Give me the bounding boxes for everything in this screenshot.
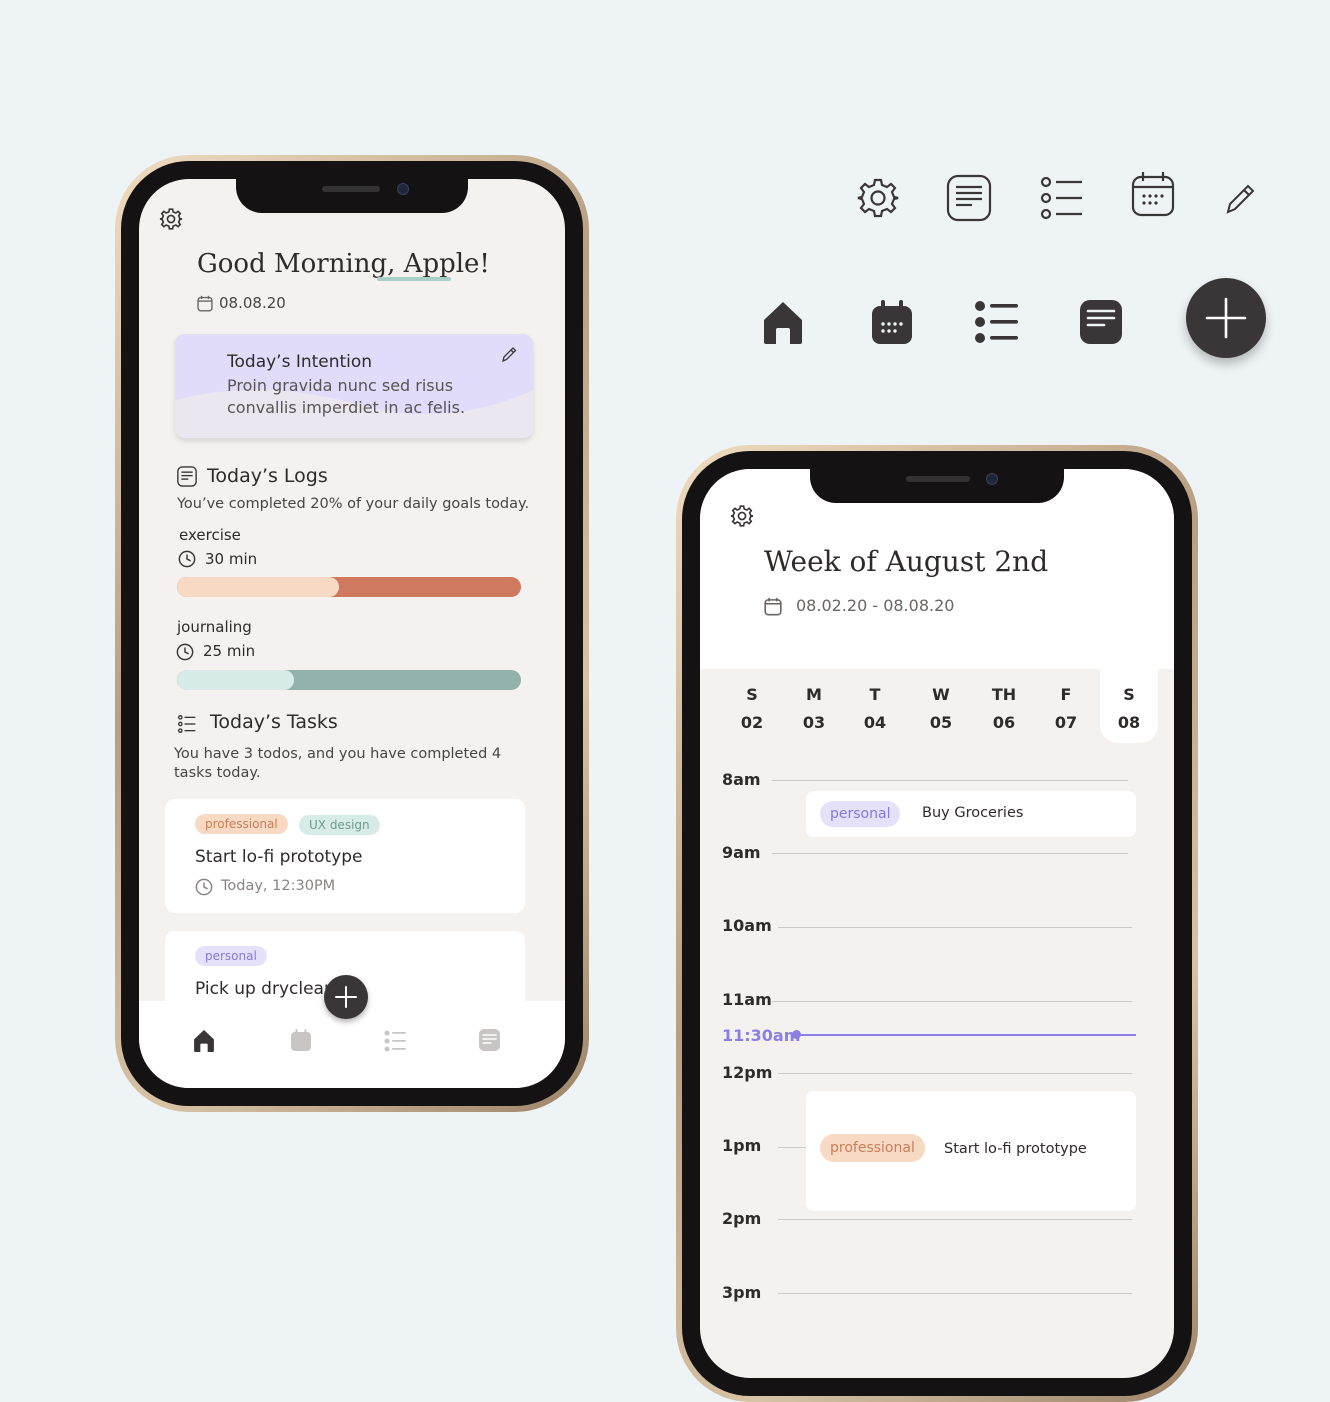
hour-label: 9am bbox=[722, 843, 761, 862]
event-title: Buy Groceries bbox=[922, 805, 1024, 821]
day-column[interactable]: TH 06 bbox=[979, 681, 1029, 737]
settings-gear-icon[interactable] bbox=[730, 504, 754, 528]
logs-notes-icon bbox=[177, 466, 197, 487]
intention-card[interactable]: Today’s Intention Proin gravida nunc sed… bbox=[175, 334, 533, 438]
calendar-icon bbox=[870, 298, 914, 346]
exercise-progress-bar bbox=[177, 577, 521, 597]
add-task-button[interactable] bbox=[324, 975, 368, 1019]
log-name: exercise bbox=[179, 526, 241, 544]
plus-icon bbox=[1186, 278, 1266, 358]
hour-label: 12pm bbox=[722, 1063, 773, 1082]
calendar-icon bbox=[764, 597, 782, 616]
week-title: Week of August 2nd bbox=[764, 545, 1049, 578]
tag-professional: professional bbox=[195, 814, 288, 834]
clock-icon bbox=[178, 550, 196, 568]
hour-line bbox=[778, 1219, 1132, 1220]
day-column[interactable]: T 04 bbox=[850, 681, 900, 737]
intention-text: Proin gravida nunc sed risus convallis i… bbox=[227, 376, 466, 417]
week-screen: Week of August 2nd 08.02.20 - 08.08.20 S… bbox=[700, 469, 1174, 1378]
notes-icon bbox=[946, 174, 992, 222]
logs-title: Today’s Logs bbox=[207, 465, 328, 487]
notes-icon bbox=[1078, 298, 1124, 346]
settings-gear-icon[interactable] bbox=[159, 207, 183, 231]
nav-notes-icon[interactable] bbox=[478, 1028, 501, 1052]
home-icon bbox=[762, 300, 804, 346]
pencil-icon bbox=[1224, 182, 1256, 216]
task-card[interactable]: professional UX design Start lo-fi proto… bbox=[165, 799, 525, 913]
calendar-icon bbox=[197, 295, 213, 312]
exercise-progress-fill bbox=[177, 577, 339, 597]
day-strip: S 02 M 03 T 04 W 05 TH 06 F 07 S 08 bbox=[700, 663, 1174, 743]
task-time: Today, 12:30PM bbox=[221, 878, 336, 894]
list-icon bbox=[974, 300, 1020, 344]
intention-title: Today’s Intention bbox=[227, 352, 373, 372]
task-title: Start lo-fi prototype bbox=[195, 847, 363, 867]
tasks-subtitle: You have 3 todos, and you have completed… bbox=[174, 746, 502, 781]
tag-personal: personal bbox=[195, 946, 267, 966]
hour-label: 1pm bbox=[722, 1136, 762, 1155]
tag-ux-design: UX design bbox=[299, 815, 380, 835]
journaling-progress-bar bbox=[177, 670, 521, 690]
log-duration: 30 min bbox=[205, 550, 258, 568]
current-time-line bbox=[796, 1034, 1136, 1036]
task-title: Pick up dryclean bbox=[195, 979, 335, 999]
clock-icon bbox=[195, 878, 213, 896]
tag-personal: personal bbox=[820, 801, 901, 827]
nav-calendar-icon[interactable] bbox=[290, 1028, 312, 1052]
clock-icon bbox=[176, 643, 194, 661]
tasks-list-icon bbox=[177, 714, 197, 734]
log-name: journaling bbox=[177, 618, 252, 636]
event-card[interactable]: personal Buy Groceries bbox=[806, 791, 1136, 837]
hour-label: 3pm bbox=[722, 1283, 762, 1302]
hour-line bbox=[778, 1293, 1132, 1294]
day-column[interactable]: M 03 bbox=[789, 681, 839, 737]
greeting-underline bbox=[377, 277, 451, 281]
greeting-title: Good Morning, Apple! bbox=[197, 249, 490, 279]
logs-subtitle: You’ve completed 20% of your daily goals… bbox=[177, 496, 530, 512]
hour-label: 2pm bbox=[722, 1209, 762, 1228]
hour-line bbox=[772, 853, 1128, 854]
hour-line bbox=[778, 1073, 1132, 1074]
hour-label: 11am bbox=[722, 990, 772, 1009]
hour-line bbox=[778, 927, 1132, 928]
event-title: Start lo-fi prototype bbox=[944, 1141, 1087, 1157]
tasks-title: Today’s Tasks bbox=[210, 711, 338, 733]
hour-label: 10am bbox=[722, 916, 772, 935]
week-range: 08.02.20 - 08.08.20 bbox=[796, 596, 955, 615]
phone-week: Week of August 2nd 08.02.20 - 08.08.20 S… bbox=[676, 445, 1198, 1402]
log-duration: 25 min bbox=[203, 642, 256, 660]
journaling-progress-fill bbox=[177, 670, 294, 690]
hour-label: 8am bbox=[722, 770, 761, 789]
hour-line bbox=[772, 780, 1128, 781]
event-card[interactable]: professional Start lo-fi prototype bbox=[806, 1091, 1136, 1211]
hour-line bbox=[772, 1001, 1132, 1002]
tag-professional: professional bbox=[820, 1134, 925, 1162]
calendar-icon bbox=[1130, 170, 1176, 218]
nav-home-icon[interactable] bbox=[193, 1029, 215, 1053]
edit-pencil-icon[interactable] bbox=[501, 346, 517, 363]
current-time-label: 11:30am bbox=[722, 1026, 801, 1045]
gear-icon bbox=[856, 176, 900, 220]
phone-home: Good Morning, Apple! 08.08.20 Today’s In… bbox=[115, 155, 589, 1112]
home-screen: Good Morning, Apple! 08.08.20 Today’s In… bbox=[139, 179, 565, 1088]
list-icon bbox=[1038, 176, 1086, 220]
today-date: 08.08.20 bbox=[219, 294, 286, 312]
day-column[interactable]: W 05 bbox=[916, 681, 966, 737]
nav-list-icon[interactable] bbox=[384, 1030, 407, 1052]
day-column[interactable]: S 02 bbox=[727, 681, 777, 737]
day-column-selected[interactable]: S 08 bbox=[1104, 681, 1154, 737]
day-column[interactable]: F 07 bbox=[1041, 681, 1091, 737]
